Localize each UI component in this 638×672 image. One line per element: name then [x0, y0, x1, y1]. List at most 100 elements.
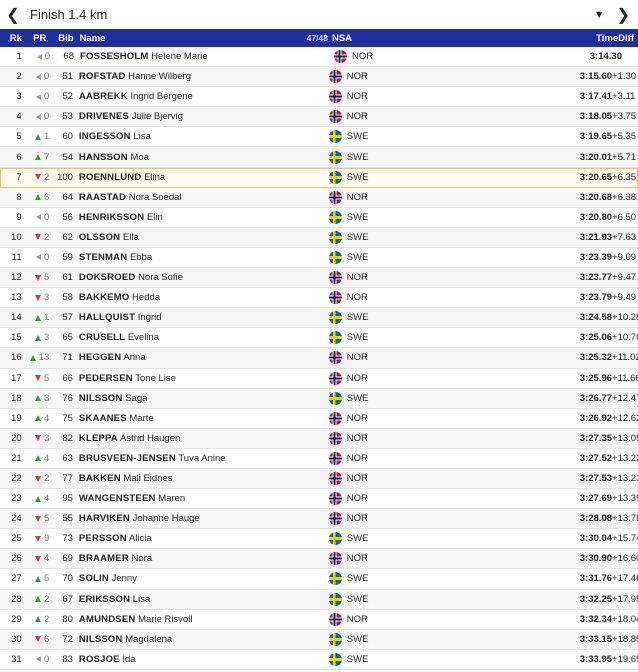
table-row[interactable]: 13 3 58 BAKKEMO Hedda NOR 3:23.79 +9.49 [0, 288, 638, 309]
caret-down-icon[interactable]: ▼ [594, 9, 605, 21]
athlete-name[interactable]: OLSSON Ella [77, 232, 301, 243]
table-row[interactable]: 16 13 71 HEGGEN Anna NOR 3:25.32 +11.02 [0, 348, 638, 369]
finish-time: 3:14.30 [589, 51, 622, 63]
swe-flag-icon [328, 230, 342, 244]
chevron-left-icon[interactable]: ❮ [0, 0, 26, 29]
arrow-up-icon [34, 154, 41, 161]
athlete-first-name: Evelina [127, 332, 159, 344]
athlete-name[interactable]: INGESSON Lisa [77, 131, 301, 142]
table-row[interactable]: 17 5 66 PEDERSEN Tone Lise NOR 3:25.96 +11.66 [0, 369, 638, 389]
table-row[interactable]: 7 2 100 ROENNLUND Elina SWE 3:20.65 +6.35 [0, 167, 638, 188]
athlete-name[interactable]: DRIVENES Julie Bjervig [77, 111, 301, 122]
athlete-name[interactable]: BAKKEMO Hedda [77, 292, 301, 303]
position-change: 13 [26, 352, 54, 363]
athlete-name[interactable]: PEDERSEN Tone Lise [77, 373, 301, 384]
athlete-name[interactable]: WANGENSTEEN Maren [77, 493, 301, 504]
bib-number: 70 [62, 573, 73, 585]
position-change: 4 [26, 493, 54, 504]
table-row[interactable]: 4 0 53 DRIVENES Julie Bjervig NOR 3:18.05 +3.7… [0, 107, 638, 128]
table-row[interactable]: 6 7 54 HANSSON Moa SWE 3:20.01 +5.71 [0, 147, 638, 168]
time-diff: +10.76 [612, 332, 638, 344]
athlete-name[interactable]: RAASTAD Nora Soedal [77, 192, 301, 203]
col-rank-header[interactable]: Rk [0, 33, 26, 44]
athlete-name[interactable]: PERSSON Alicia [77, 533, 301, 544]
finish-time: 3:30.90 [579, 553, 613, 565]
athlete-name[interactable]: SOLIN Jenny [77, 573, 301, 584]
time-diff: +18.04 [612, 613, 638, 625]
athlete-name[interactable]: NILSSON Saga [77, 393, 301, 404]
arrow-up-icon [34, 334, 41, 341]
athlete-name[interactable]: HANSSON Moa [77, 152, 301, 163]
table-row[interactable]: 1 0 68 FOSSESHOLM Helene Marie NOR 3:14.30 [0, 47, 638, 68]
table-row[interactable]: 12 5 61 DOKSROED Nora Sofie NOR 3:23.77 +9.47 [0, 268, 638, 289]
athlete-last-name: HENRIKSSON [78, 211, 145, 223]
time-diff: +13.05 [612, 432, 638, 444]
arrow-down-icon [34, 636, 41, 643]
table-row[interactable]: 24 5 55 HARVIKEN Johanne Hauge NOR 3:28.08 +13… [0, 509, 638, 530]
athlete-name[interactable]: ROFSTAD Hanne Wilberg [77, 71, 301, 82]
athlete-name[interactable]: KLEPPA Astrid Haugen [77, 433, 301, 444]
athlete-name[interactable]: CRUSELL Evelina [77, 332, 301, 343]
table-row[interactable]: 21 4 63 BRUSVEEN-JENSEN Tuva Anine NOR 3:27.5… [0, 449, 638, 469]
table-row[interactable]: 11 0 59 STENMAN Ebba SWE 3:23.39 +9.09 [0, 248, 638, 269]
col-pr-header[interactable]: PR [26, 33, 54, 44]
table-row[interactable]: 14 1 57 HALLQUIST Ingrid SWE 3:24.58+10.28 [0, 308, 638, 329]
athlete-name[interactable]: HEGGEN Anna [77, 352, 301, 363]
athlete-last-name: BRUSVEEN-JENSEN [78, 452, 176, 464]
col-bib-header[interactable]: Bib [54, 33, 78, 44]
table-row[interactable]: 9 0 56 HENRIKSSON Elin SWE 3:20.80 +6.50 [0, 208, 638, 228]
table-row[interactable]: 27 5 70 SOLIN Jenny SWE 3:31.76+17.46 [0, 569, 638, 590]
table-row[interactable]: 3 0 52 AABREKK Ingrid Bergene NOR 3:17.41 +3.1… [0, 87, 638, 108]
athlete-name[interactable]: SKAANES Marte [77, 413, 301, 424]
table-row[interactable]: 30 6 72 NILSSON Magdalena SWE 3:33.15+18.85 [0, 629, 638, 650]
finish-time: 3:32.25 [579, 593, 613, 605]
nation: NOR [334, 50, 574, 64]
table-row[interactable]: 22277BAKKEN Mali EidnesNOR3:27.53+13.23 [0, 468, 638, 490]
table-row[interactable]: 28 2 67 ERIKSSON Lisa SWE 3:32.25+17.95 [0, 589, 638, 610]
table-header: Rk PR Bib Name 47/48 NSA Time Diff [0, 29, 638, 47]
athlete-name[interactable]: ERIKSSON Lisa [77, 594, 301, 605]
athlete-name[interactable]: NILSSON Magdalena [77, 634, 301, 645]
nation: SWE [328, 210, 565, 224]
table-row[interactable]: 15 3 65 CRUSELL Evelina SWE 3:25.06+10.76 [0, 328, 638, 349]
rank: 26 [11, 553, 22, 565]
bib-number: 59 [62, 251, 73, 263]
col-time-header[interactable]: Time [570, 33, 618, 44]
col-nsa-header[interactable]: NSA [332, 33, 570, 44]
col-diff-header[interactable]: Diff [618, 33, 638, 44]
bib-number: 58 [62, 292, 73, 304]
table-row[interactable]: 29 2 80 AMUNDSEN Marie Risvoll NOR 3:32.34 +18… [0, 610, 638, 630]
position-change-value: 1 [43, 312, 50, 324]
athlete-name[interactable]: BRUSVEEN-JENSEN Tuva Anine [77, 453, 301, 464]
table-row[interactable]: 19 4 75 SKAANES Marte NOR 3:26.92+12.62 [0, 409, 638, 429]
athlete-name[interactable]: HALLQUIST Ingrid [77, 312, 301, 323]
athlete-name[interactable]: ROENNLUND Elina [77, 172, 301, 183]
athlete-name[interactable]: AMUNDSEN Marie Risvoll [77, 614, 301, 625]
bib-number: 65 [62, 332, 73, 344]
table-row[interactable]: 26 4 69 BRAAMER Nora NOR 3:30.90+16.60 [0, 549, 638, 570]
athlete-name[interactable]: AABREKK Ingrid Bergene [77, 91, 301, 102]
table-row[interactable]: 23 4 95 WANGENSTEEN Maren NOR 3:27.69+13.39 [0, 489, 638, 510]
athlete-name[interactable]: DOKSROED Nora Sofie [77, 272, 301, 283]
bib-number: 60 [62, 131, 73, 143]
table-row[interactable]: 18 3 76 NILSSON Saga SWE 3:26.77+12.47 [0, 388, 638, 409]
athlete-name[interactable]: BAKKEN Mali Eidnes [77, 473, 301, 484]
position-change: 0 [26, 212, 54, 223]
athlete-name[interactable]: FOSSESHOLM Helene Marie [78, 51, 306, 62]
athlete-name[interactable]: STENMAN Ebba [77, 252, 301, 263]
table-row[interactable]: 25 9 73 PERSSON Alicia SWE 3:30.04+15.74 [0, 529, 638, 550]
athlete-name[interactable]: HARVIKEN Johanne Hauge [77, 513, 301, 524]
col-name-header[interactable]: Name [78, 33, 305, 44]
table-row[interactable]: 10 2 62 OLSSON Ella SWE 3:21.93 +7.63 [0, 227, 638, 248]
athlete-name[interactable]: BRAAMER Nora [77, 553, 301, 564]
table-row[interactable]: 31 0 83 ROSJOE Ida SWE 3:33.95+19.65 [0, 650, 638, 670]
athlete-last-name: BAKKEMO [78, 292, 130, 304]
athlete-name[interactable]: ROSJOE Ida [77, 654, 301, 665]
nation-code: SWE [346, 171, 369, 183]
table-row[interactable]: 2 0 51 ROFSTAD Hanne Wilberg NOR 3:15.60 +1.30 [0, 67, 638, 88]
chevron-right-icon[interactable]: ❯ [617, 5, 630, 25]
table-row[interactable]: 5 1 60 INGESSON Lisa SWE 3:19.65 +5.35 [0, 127, 638, 148]
table-row[interactable]: 20 3 82 KLEPPA Astrid Haugen NOR 3:27.35 +13.0… [0, 428, 638, 449]
table-row[interactable]: 8 6 64 RAASTAD Nora Soedal NOR 3:20.68 +6.38 [0, 187, 638, 208]
athlete-name[interactable]: HENRIKSSON Elin [77, 212, 301, 223]
